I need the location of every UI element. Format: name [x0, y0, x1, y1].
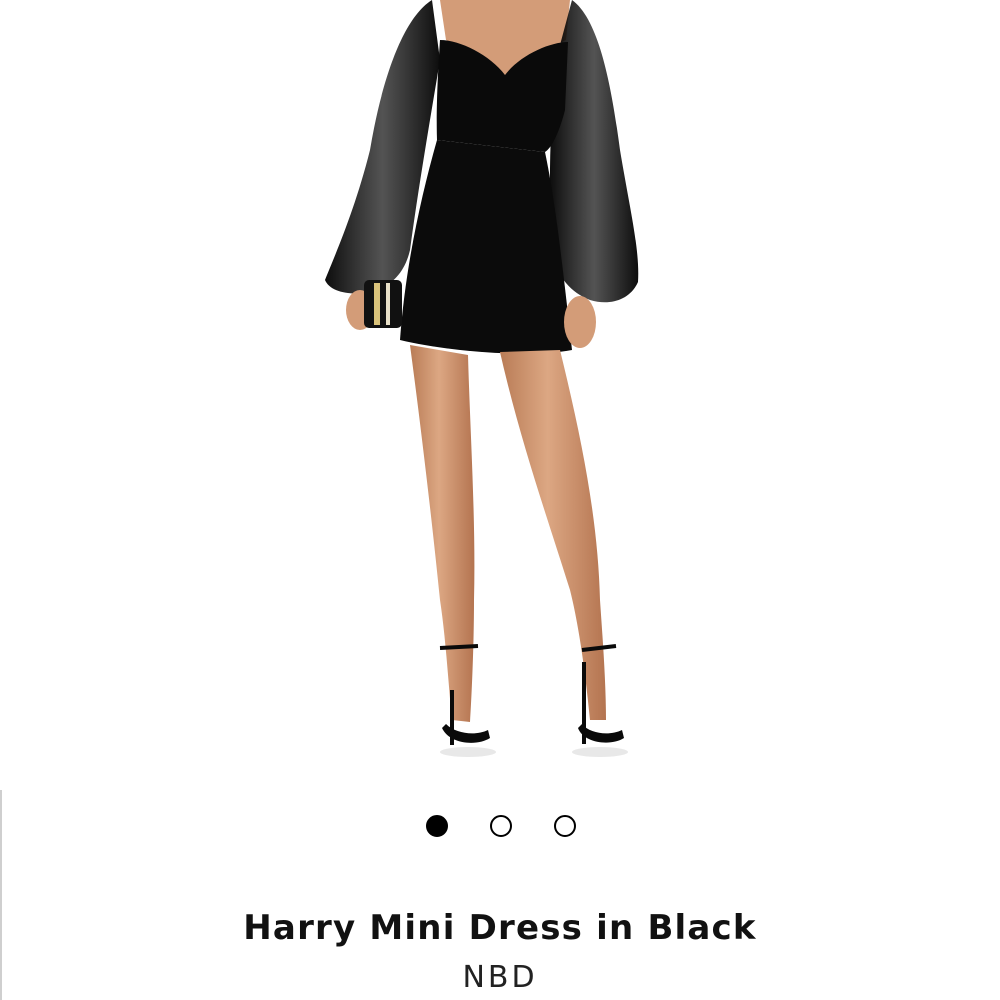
product-title: Harry Mini Dress in Black — [243, 908, 757, 948]
product-page: Harry Mini Dress in Black NBD — [0, 0, 1000, 1000]
carousel-dot-3[interactable] — [554, 815, 576, 837]
brand-name[interactable]: NBD — [0, 960, 1000, 995]
carousel-dot-2[interactable] — [490, 815, 512, 837]
product-image[interactable] — [0, 0, 1000, 790]
carousel-dot-1[interactable] — [426, 815, 448, 837]
image-carousel-indicator — [0, 812, 1000, 840]
